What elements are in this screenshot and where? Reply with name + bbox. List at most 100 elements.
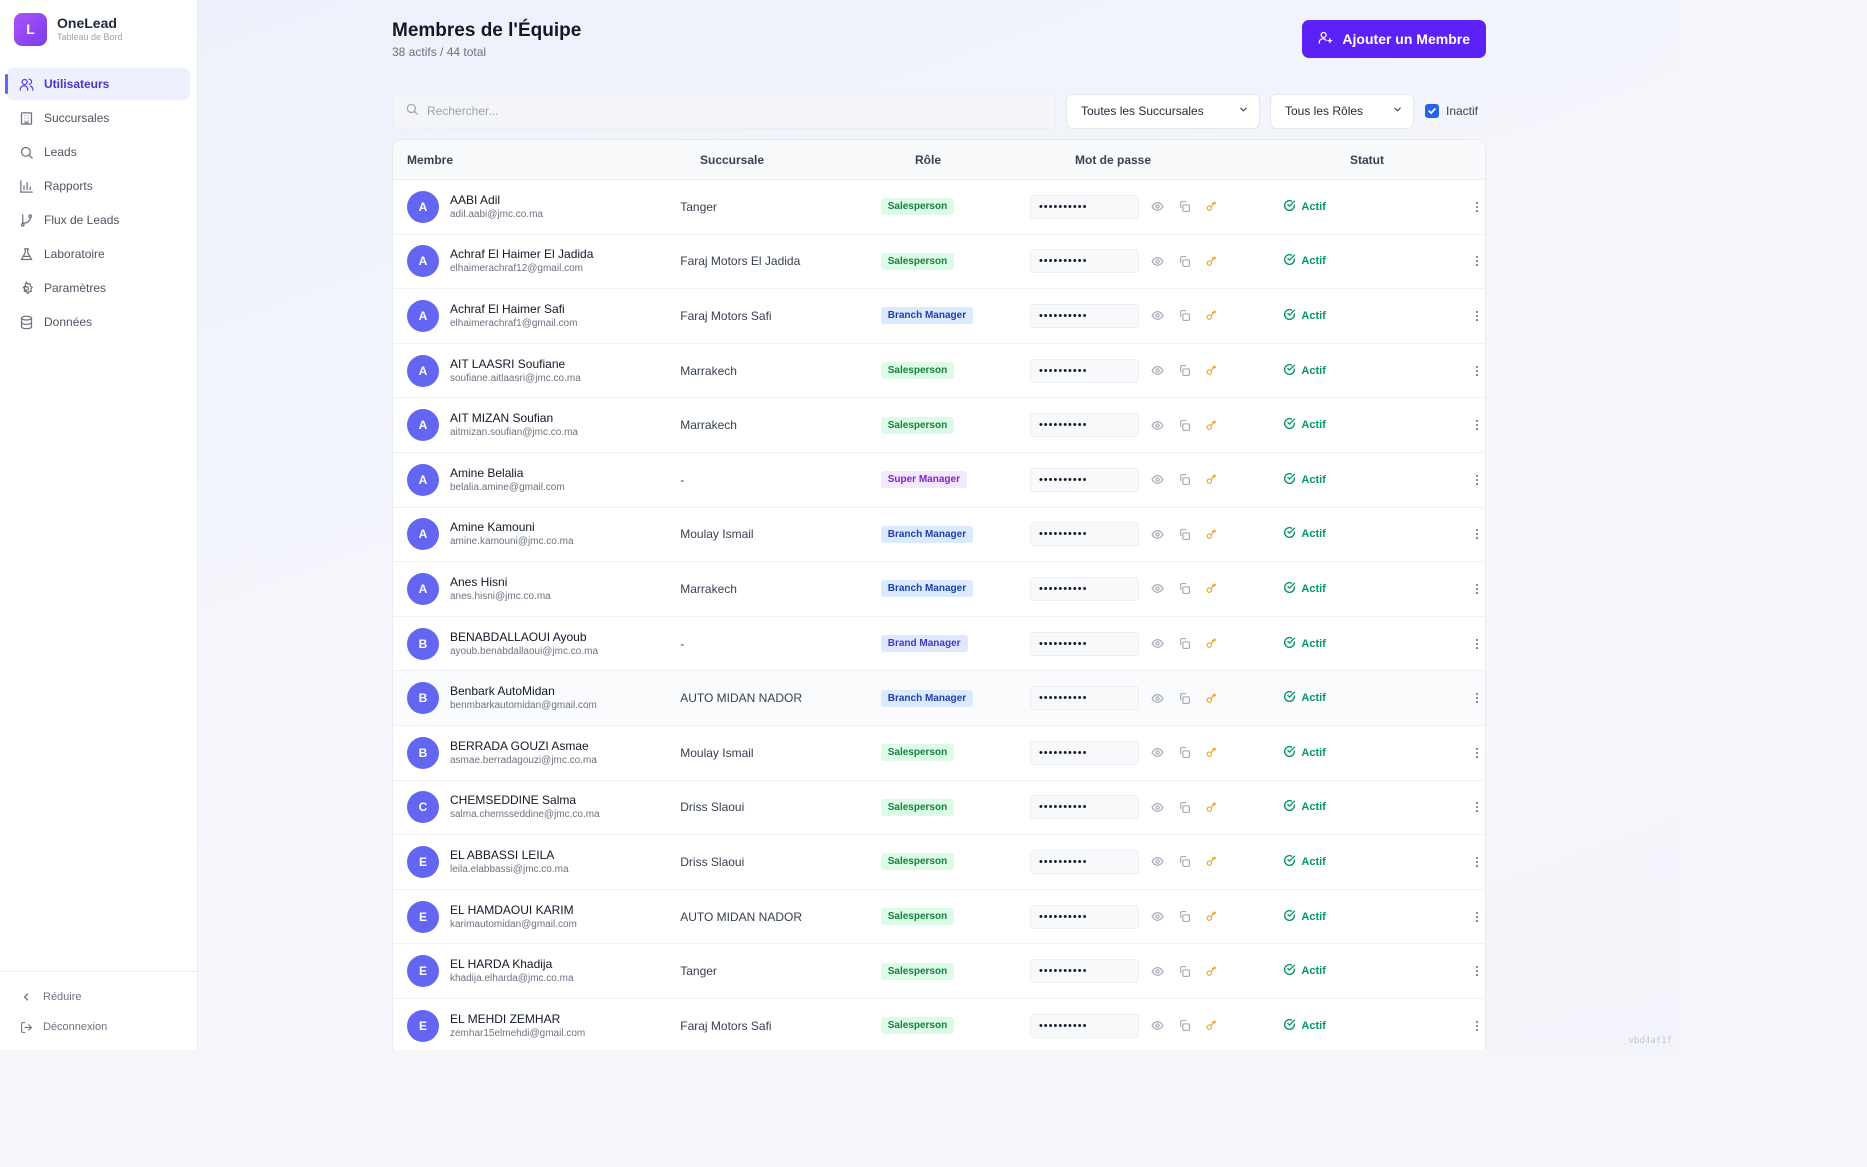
key-icon[interactable] xyxy=(1204,581,1220,597)
more-vertical-icon[interactable] xyxy=(1469,200,1485,214)
copy-icon[interactable] xyxy=(1177,963,1193,979)
table-row[interactable]: A AABI Adil adil.aabi@jmc.co.ma Tanger S… xyxy=(393,180,1485,235)
copy-icon[interactable] xyxy=(1177,417,1193,433)
password-field[interactable]: •••••••••• xyxy=(1029,904,1139,929)
role-filter-select[interactable]: Tous les Rôles xyxy=(1270,93,1414,129)
sidebar-item-utilisateurs[interactable]: Utilisateurs xyxy=(5,68,190,100)
eye-icon[interactable] xyxy=(1150,417,1166,433)
more-vertical-icon[interactable] xyxy=(1469,473,1485,487)
more-vertical-icon[interactable] xyxy=(1469,800,1485,814)
brand[interactable]: L OneLead Tableau de Bord xyxy=(0,0,197,58)
key-icon[interactable] xyxy=(1204,963,1220,979)
copy-icon[interactable] xyxy=(1177,909,1193,925)
key-icon[interactable] xyxy=(1204,636,1220,652)
sidebar-item-donnees[interactable]: Données xyxy=(7,306,190,338)
eye-icon[interactable] xyxy=(1150,1018,1166,1034)
password-field[interactable]: •••••••••• xyxy=(1029,576,1139,601)
more-vertical-icon[interactable] xyxy=(1469,746,1485,760)
inactive-checkbox[interactable] xyxy=(1425,104,1439,118)
copy-icon[interactable] xyxy=(1177,690,1193,706)
more-vertical-icon[interactable] xyxy=(1469,309,1485,323)
add-member-button[interactable]: Ajouter un Membre xyxy=(1302,20,1486,58)
password-field[interactable]: •••••••••• xyxy=(1029,358,1139,383)
table-row[interactable]: A Achraf El Haimer Safi elhaimerachraf1@… xyxy=(393,289,1485,344)
sidebar-item-laboratoire[interactable]: Laboratoire xyxy=(7,238,190,270)
eye-icon[interactable] xyxy=(1150,581,1166,597)
column-header-status[interactable]: Statut xyxy=(1350,153,1445,167)
sidebar-item-flux-de-leads[interactable]: Flux de Leads xyxy=(7,204,190,236)
column-header-role[interactable]: Rôle xyxy=(915,153,1075,167)
table-row[interactable]: A AIT LAASRI Soufiane soufiane.aitlaasri… xyxy=(393,344,1485,399)
table-row[interactable]: A Anes Hisni anes.hisni@jmc.co.ma Marrak… xyxy=(393,562,1485,617)
password-field[interactable]: •••••••••• xyxy=(1029,522,1139,547)
password-field[interactable]: •••••••••• xyxy=(1029,1013,1139,1038)
key-icon[interactable] xyxy=(1204,308,1220,324)
more-vertical-icon[interactable] xyxy=(1469,582,1485,596)
table-row[interactable]: E EL ABBASSI LEILA leila.elabbassi@jmc.c… xyxy=(393,835,1485,890)
eye-icon[interactable] xyxy=(1150,253,1166,269)
copy-icon[interactable] xyxy=(1177,799,1193,815)
copy-icon[interactable] xyxy=(1177,253,1193,269)
inactive-toggle[interactable]: Inactif xyxy=(1425,104,1478,118)
copy-icon[interactable] xyxy=(1177,636,1193,652)
sidebar-item-parametres[interactable]: Paramètres xyxy=(7,272,190,304)
key-icon[interactable] xyxy=(1204,363,1220,379)
more-vertical-icon[interactable] xyxy=(1469,254,1485,268)
copy-icon[interactable] xyxy=(1177,1018,1193,1034)
password-field[interactable]: •••••••••• xyxy=(1029,413,1139,438)
copy-icon[interactable] xyxy=(1177,199,1193,215)
password-field[interactable]: •••••••••• xyxy=(1029,303,1139,328)
copy-icon[interactable] xyxy=(1177,526,1193,542)
column-header-member[interactable]: Membre xyxy=(393,153,700,167)
password-field[interactable]: •••••••••• xyxy=(1029,686,1139,711)
key-icon[interactable] xyxy=(1204,690,1220,706)
search-input[interactable] xyxy=(427,104,1027,118)
eye-icon[interactable] xyxy=(1150,745,1166,761)
table-row[interactable]: E EL HARDA Khadija khadija.elharda@jmc.c… xyxy=(393,944,1485,999)
key-icon[interactable] xyxy=(1204,253,1220,269)
more-vertical-icon[interactable] xyxy=(1469,691,1485,705)
more-vertical-icon[interactable] xyxy=(1469,418,1485,432)
table-row[interactable]: E EL MEHDI ZEMHAR zemhar15elmehdi@gmail.… xyxy=(393,999,1485,1050)
table-row[interactable]: B BERRADA GOUZI Asmae asmae.berradagouzi… xyxy=(393,726,1485,781)
eye-icon[interactable] xyxy=(1150,308,1166,324)
sidebar-item-succursales[interactable]: Succursales xyxy=(7,102,190,134)
more-vertical-icon[interactable] xyxy=(1469,855,1485,869)
more-vertical-icon[interactable] xyxy=(1469,964,1485,978)
eye-icon[interactable] xyxy=(1150,909,1166,925)
search-box[interactable] xyxy=(392,93,1056,129)
eye-icon[interactable] xyxy=(1150,963,1166,979)
password-field[interactable]: •••••••••• xyxy=(1029,467,1139,492)
key-icon[interactable] xyxy=(1204,1018,1220,1034)
password-field[interactable]: •••••••••• xyxy=(1029,795,1139,820)
branch-filter-select[interactable]: Toutes les Succursales xyxy=(1066,93,1260,129)
key-icon[interactable] xyxy=(1204,526,1220,542)
sidebar-item-leads[interactable]: Leads xyxy=(7,136,190,168)
table-row[interactable]: E EL HAMDAOUI KARIM karimautomidan@gmail… xyxy=(393,890,1485,945)
password-field[interactable]: •••••••••• xyxy=(1029,849,1139,874)
copy-icon[interactable] xyxy=(1177,581,1193,597)
more-vertical-icon[interactable] xyxy=(1469,637,1485,651)
copy-icon[interactable] xyxy=(1177,472,1193,488)
eye-icon[interactable] xyxy=(1150,690,1166,706)
key-icon[interactable] xyxy=(1204,799,1220,815)
password-field[interactable]: •••••••••• xyxy=(1029,194,1139,219)
key-icon[interactable] xyxy=(1204,472,1220,488)
password-field[interactable]: •••••••••• xyxy=(1029,959,1139,984)
copy-icon[interactable] xyxy=(1177,854,1193,870)
copy-icon[interactable] xyxy=(1177,308,1193,324)
copy-icon[interactable] xyxy=(1177,745,1193,761)
password-field[interactable]: •••••••••• xyxy=(1029,631,1139,656)
collapse-button[interactable]: Réduire xyxy=(7,982,190,1012)
column-header-branch[interactable]: Succursale xyxy=(700,153,915,167)
table-row[interactable]: A Amine Belalia belalia.amine@gmail.com … xyxy=(393,453,1485,508)
table-row[interactable]: A Amine Kamouni amine.kamouni@jmc.co.ma … xyxy=(393,508,1485,563)
table-row[interactable]: B Benbark AutoMidan benmbarkautomidan@gm… xyxy=(393,671,1485,726)
key-icon[interactable] xyxy=(1204,417,1220,433)
eye-icon[interactable] xyxy=(1150,799,1166,815)
key-icon[interactable] xyxy=(1204,854,1220,870)
eye-icon[interactable] xyxy=(1150,363,1166,379)
password-field[interactable]: •••••••••• xyxy=(1029,249,1139,274)
password-field[interactable]: •••••••••• xyxy=(1029,740,1139,765)
table-row[interactable]: C CHEMSEDDINE Salma salma.chemsseddine@j… xyxy=(393,781,1485,836)
